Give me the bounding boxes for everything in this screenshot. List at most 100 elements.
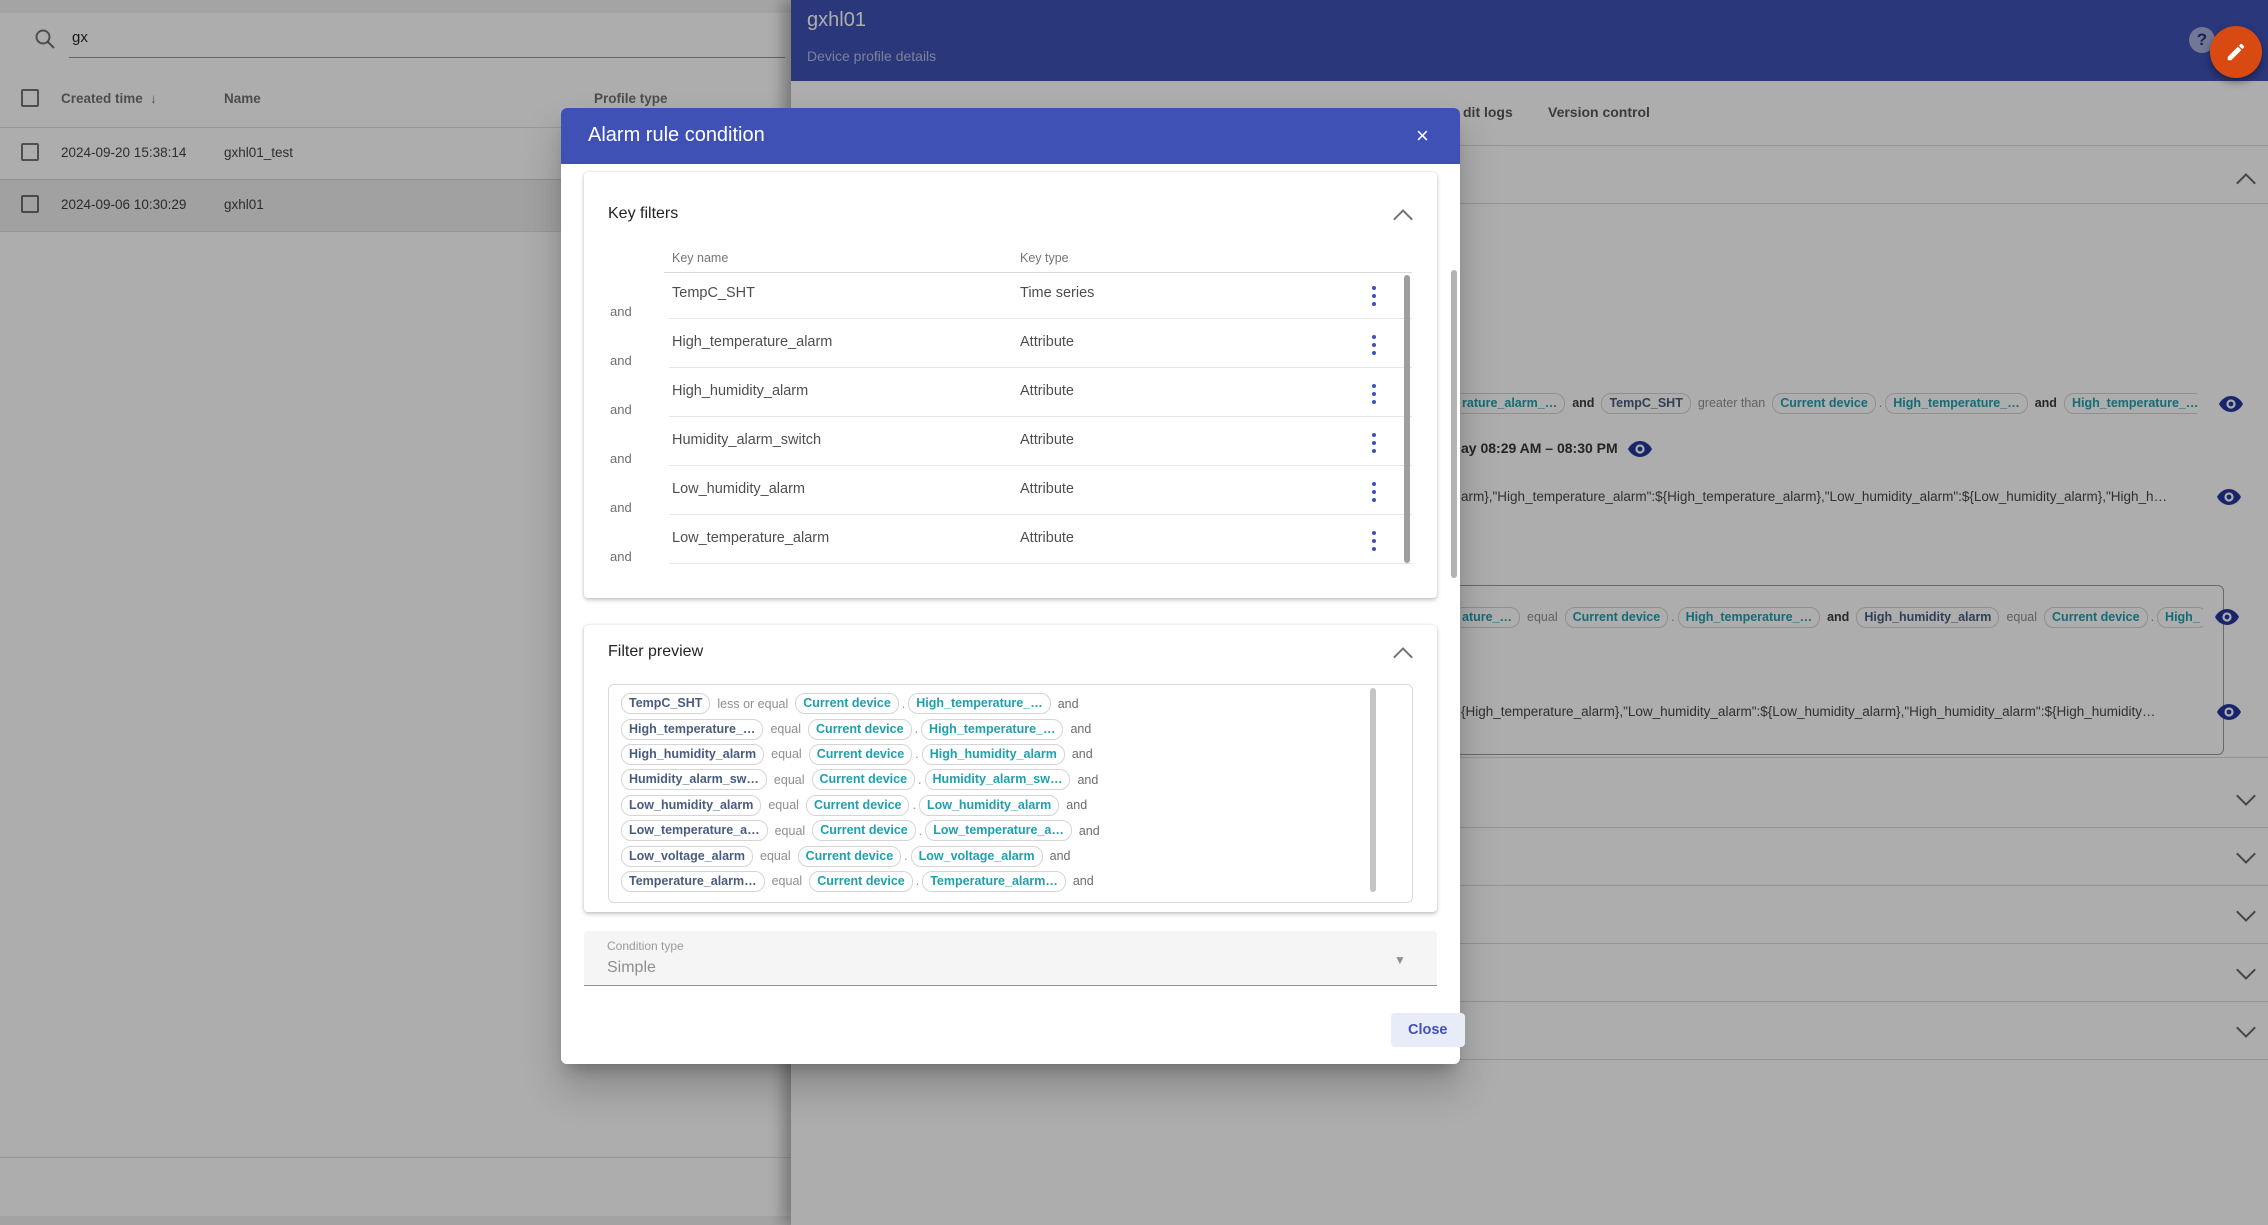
divider	[669, 318, 1412, 319]
source-chip: Current device	[809, 870, 913, 892]
dialog-close-icon[interactable]: ×	[1416, 123, 1429, 149]
close-button[interactable]: Close	[1391, 1013, 1465, 1047]
key-chip: High_humidity_alarm	[621, 743, 765, 765]
value-chip: High_temperature_…	[908, 693, 1051, 715]
screen: gx Created time ↓ Name Profile type 2024…	[0, 0, 2268, 1225]
key-name: Low_humidity_alarm	[672, 481, 805, 497]
divider	[669, 367, 1412, 368]
divider	[669, 514, 1412, 515]
preview-scrollbar[interactable]	[1370, 688, 1376, 892]
key-type: Attribute	[1020, 432, 1074, 448]
key-name: TempC_SHT	[672, 285, 755, 301]
value-chip: Low_voltage_alarm	[910, 845, 1043, 867]
row-menu-icon[interactable]	[1372, 531, 1376, 555]
operator-label: equal	[774, 823, 806, 838]
divider	[664, 272, 1412, 273]
key-name: High_humidity_alarm	[672, 383, 809, 399]
key-type: Attribute	[1020, 383, 1074, 399]
alarm-rule-condition-dialog: Alarm rule condition × Key filters Key n…	[561, 108, 1465, 1064]
joiner-label: and	[610, 549, 632, 564]
operator-label: equal	[760, 849, 791, 864]
source-chip: Current device	[795, 693, 899, 715]
dropdown-arrow-icon: ▼	[1394, 953, 1406, 967]
collapse-filter-preview-icon[interactable]	[1393, 647, 1413, 667]
joiner-label: and	[1049, 849, 1071, 864]
key-chip: Temperature_alarm…	[621, 870, 765, 892]
joiner-label: and	[610, 500, 632, 515]
source-chip: Current device	[808, 743, 913, 765]
row-menu-icon[interactable]	[1372, 482, 1376, 506]
value-chip: Low_humidity_alarm	[918, 794, 1060, 816]
key-chip: TempC_SHT	[621, 693, 711, 715]
source-chip: Current device	[811, 769, 916, 791]
key-filters-card: Key filters Key name Key type TempC_SHT …	[584, 172, 1437, 598]
column-key-name: Key name	[672, 251, 729, 265]
filter-preview-box: TempC_SHT less or equal Current device .…	[608, 684, 1413, 903]
row-menu-icon[interactable]	[1372, 433, 1376, 457]
joiner-label: and	[1071, 747, 1093, 762]
pencil-icon	[2227, 43, 2245, 61]
dot-separator: .	[904, 849, 908, 864]
key-chip: High_temperature_…	[621, 718, 764, 740]
dot-separator: .	[912, 798, 916, 813]
joiner-label: and	[610, 304, 632, 319]
edit-fab-button[interactable]	[2210, 26, 2262, 78]
key-chip: Low_temperature_a…	[621, 820, 768, 842]
source-chip: Current device	[812, 820, 916, 842]
operator-label: equal	[768, 798, 799, 813]
preview-row: Low_humidity_alarm equal Current device …	[609, 793, 1412, 818]
dialog-header: Alarm rule condition ×	[561, 108, 1460, 164]
key-name: High_temperature_alarm	[672, 334, 833, 350]
dot-separator: .	[915, 874, 920, 889]
preview-row: High_humidity_alarm equal Current device…	[609, 742, 1412, 767]
divider	[669, 563, 1412, 564]
dot-separator: .	[918, 823, 923, 838]
preview-row: Low_temperature_a… equal Current device …	[609, 818, 1412, 843]
collapse-key-filters-icon[interactable]	[1393, 209, 1413, 229]
dot-separator: .	[914, 722, 919, 737]
joiner-label: and	[1066, 798, 1088, 813]
value-chip: High_temperature_…	[921, 718, 1064, 740]
key-type: Attribute	[1020, 481, 1074, 497]
column-key-type: Key type	[1020, 251, 1069, 265]
preview-row: Temperature_alarm… equal Current device …	[609, 869, 1412, 894]
joiner-label: and	[610, 402, 632, 417]
preview-row: Low_voltage_alarm equal Current device .…	[609, 843, 1412, 868]
joiner-label: and	[1070, 722, 1092, 737]
key-type: Attribute	[1020, 334, 1074, 350]
source-chip: Current device	[805, 794, 910, 816]
operator-label: equal	[773, 772, 805, 787]
dot-separator: .	[918, 772, 922, 787]
joiner-label: and	[1078, 823, 1100, 838]
dot-separator: .	[901, 696, 906, 711]
operator-label: equal	[771, 874, 803, 889]
operator-label: less or equal	[717, 696, 789, 711]
value-chip: High_humidity_alarm	[921, 743, 1065, 765]
key-chip: Humidity_alarm_sw…	[621, 769, 767, 791]
joiner-label: and	[610, 451, 632, 466]
key-type: Attribute	[1020, 530, 1074, 546]
preview-row: TempC_SHT less or equal Current device .…	[609, 691, 1412, 716]
joiner-label: and	[1072, 874, 1094, 889]
key-filters-title: Key filters	[608, 205, 679, 222]
table-scrollbar[interactable]	[1404, 275, 1410, 563]
row-menu-icon[interactable]	[1372, 384, 1376, 408]
preview-row: High_temperature_… equal Current device …	[609, 716, 1412, 741]
dialog-scrollbar[interactable]	[1451, 270, 1457, 578]
divider	[669, 416, 1412, 417]
value-chip: Temperature_alarm…	[922, 870, 1066, 892]
filter-preview-card: Filter preview TempC_SHT less or equal C…	[584, 625, 1437, 912]
divider	[669, 465, 1412, 466]
dialog-title: Alarm rule condition	[588, 124, 765, 146]
condition-type-select[interactable]: Condition type Simple ▼	[584, 931, 1437, 986]
filter-preview-title: Filter preview	[608, 643, 704, 660]
key-chip: Low_humidity_alarm	[621, 794, 762, 816]
row-menu-icon[interactable]	[1372, 286, 1376, 310]
source-chip: Current device	[797, 845, 902, 867]
key-name: Low_temperature_alarm	[672, 530, 830, 546]
joiner-label: and	[1077, 772, 1099, 787]
row-menu-icon[interactable]	[1372, 335, 1376, 359]
operator-label: equal	[770, 722, 802, 737]
joiner-label: and	[610, 353, 632, 368]
value-chip: Humidity_alarm_sw…	[924, 769, 1071, 791]
